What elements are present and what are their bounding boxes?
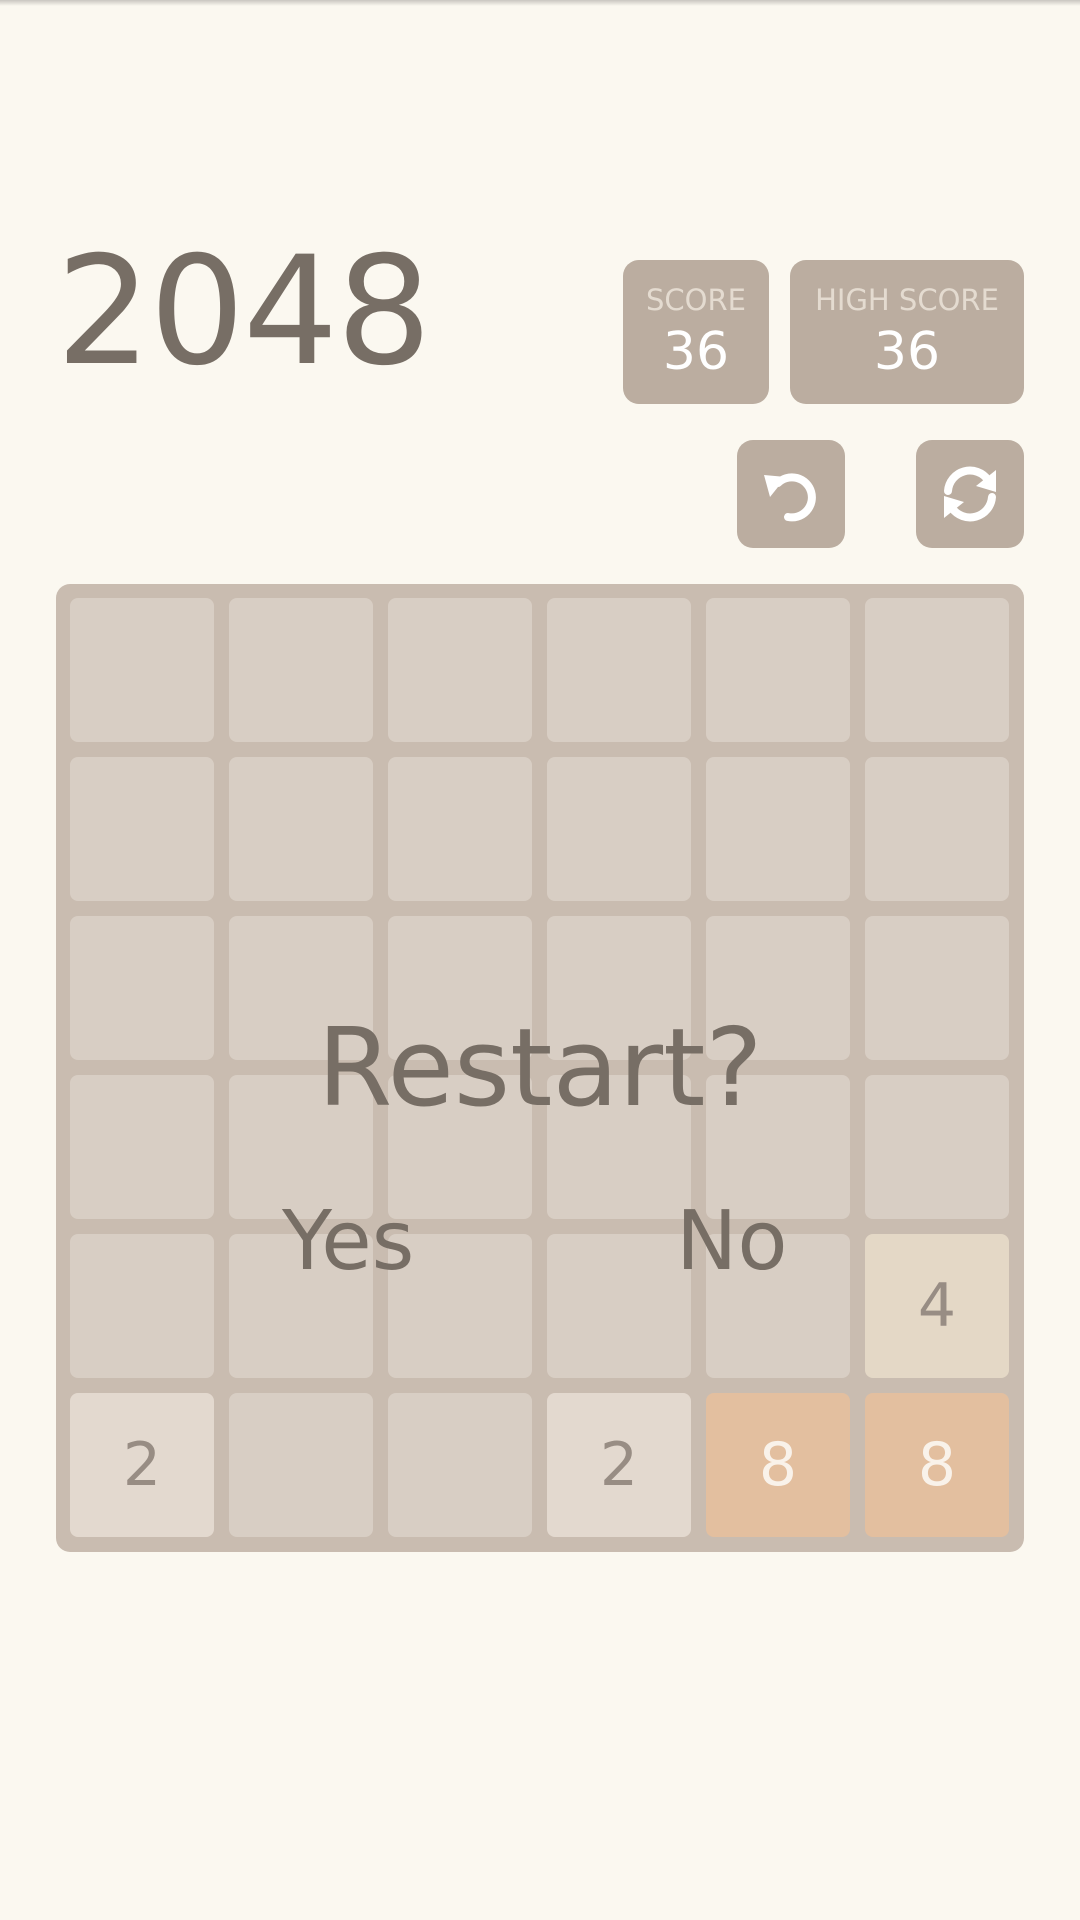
yes-button[interactable]: Yes [282, 1192, 414, 1292]
restart-button[interactable] [916, 440, 1024, 548]
no-button[interactable]: No [676, 1192, 788, 1292]
high-score-value: 36 [873, 322, 941, 382]
status-bar-shadow [0, 0, 1080, 6]
undo-icon [764, 473, 816, 522]
score-box: SCORE 36 [623, 260, 769, 404]
score-label: SCORE [646, 283, 746, 317]
undo-button[interactable] [737, 440, 845, 548]
high-score-box: HIGH SCORE 36 [790, 260, 1024, 404]
game-title: 2048 [56, 225, 432, 399]
restart-question: Restart? [317, 1006, 763, 1131]
restart-dialog: Restart? Yes No [56, 584, 1024, 1552]
score-value: 36 [662, 322, 730, 382]
high-score-label: HIGH SCORE [815, 283, 999, 317]
refresh-icon [944, 466, 996, 522]
